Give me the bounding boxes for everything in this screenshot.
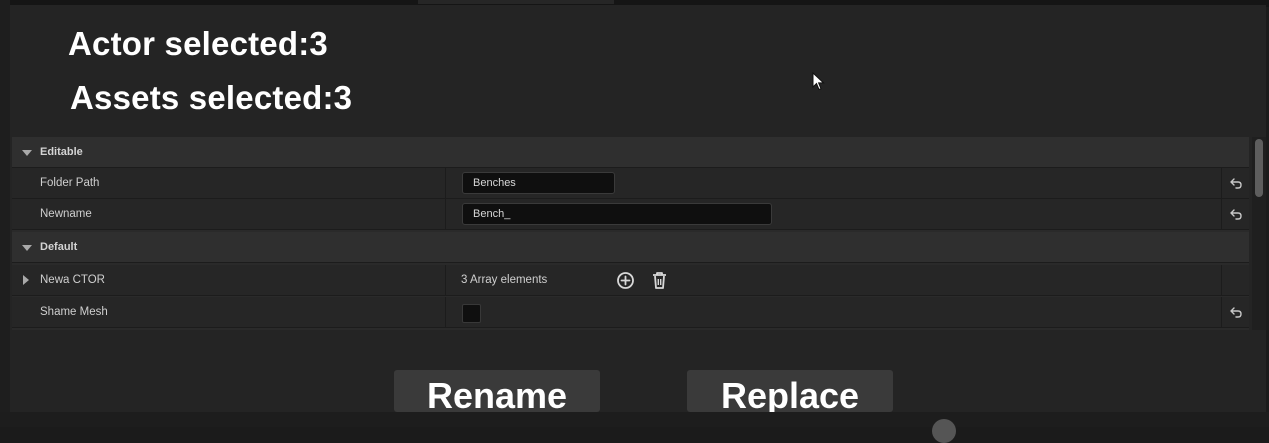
property-row-folder-path: Folder Path (12, 168, 1249, 199)
column-divider-right (1221, 199, 1222, 229)
tab-hint (418, 0, 614, 4)
column-divider[interactable] (445, 199, 446, 229)
expand-arrow-icon[interactable] (23, 275, 29, 285)
collapse-arrow-icon[interactable] (22, 245, 32, 251)
mouse-cursor-icon (812, 72, 825, 91)
playback-handle (932, 419, 956, 443)
column-divider-right (1221, 168, 1222, 198)
rename-button[interactable]: Rename (394, 370, 600, 416)
folder-path-field[interactable] (462, 172, 615, 194)
array-elements-count: 3 Array elements (461, 274, 548, 286)
property-row-shame-mesh: Shame Mesh (12, 297, 1249, 328)
newa-ctor-label: Newa CTOR (40, 274, 105, 286)
add-element-icon[interactable] (616, 271, 635, 290)
column-divider-right (1221, 265, 1222, 295)
shame-mesh-label: Shame Mesh (40, 306, 108, 318)
column-divider[interactable] (445, 297, 446, 327)
reset-to-default-icon[interactable] (1229, 176, 1243, 190)
column-divider[interactable] (445, 168, 446, 198)
actor-selected-text: Actor selected:3 (68, 25, 328, 62)
category-editable-label: Editable (40, 146, 83, 158)
collapse-arrow-icon[interactable] (22, 150, 32, 156)
reset-to-default-icon[interactable] (1229, 207, 1243, 221)
reset-to-default-icon[interactable] (1229, 305, 1243, 319)
column-divider-right (1221, 297, 1222, 327)
property-row-newa-ctor: Newa CTOR 3 Array elements (12, 265, 1249, 296)
scrollbar-thumb[interactable] (1255, 139, 1263, 197)
details-panel: Editable Folder Path Newname Default New… (12, 137, 1249, 330)
assets-selected-text: Assets selected:3 (70, 79, 353, 116)
category-default[interactable]: Default (12, 232, 1249, 263)
property-row-newname: Newname (12, 199, 1249, 230)
category-editable[interactable]: Editable (12, 137, 1249, 168)
shame-mesh-checkbox[interactable] (462, 304, 481, 323)
category-default-label: Default (40, 241, 78, 253)
folder-path-label: Folder Path (40, 177, 100, 189)
replace-button[interactable]: Replace (687, 370, 893, 416)
column-divider[interactable] (445, 265, 446, 295)
details-scrollbar[interactable] (1252, 137, 1266, 330)
bottom-strip (0, 412, 1269, 443)
newname-label: Newname (40, 208, 92, 220)
trash-icon[interactable] (650, 270, 669, 290)
newname-field[interactable] (462, 203, 772, 225)
left-edge (0, 0, 10, 412)
